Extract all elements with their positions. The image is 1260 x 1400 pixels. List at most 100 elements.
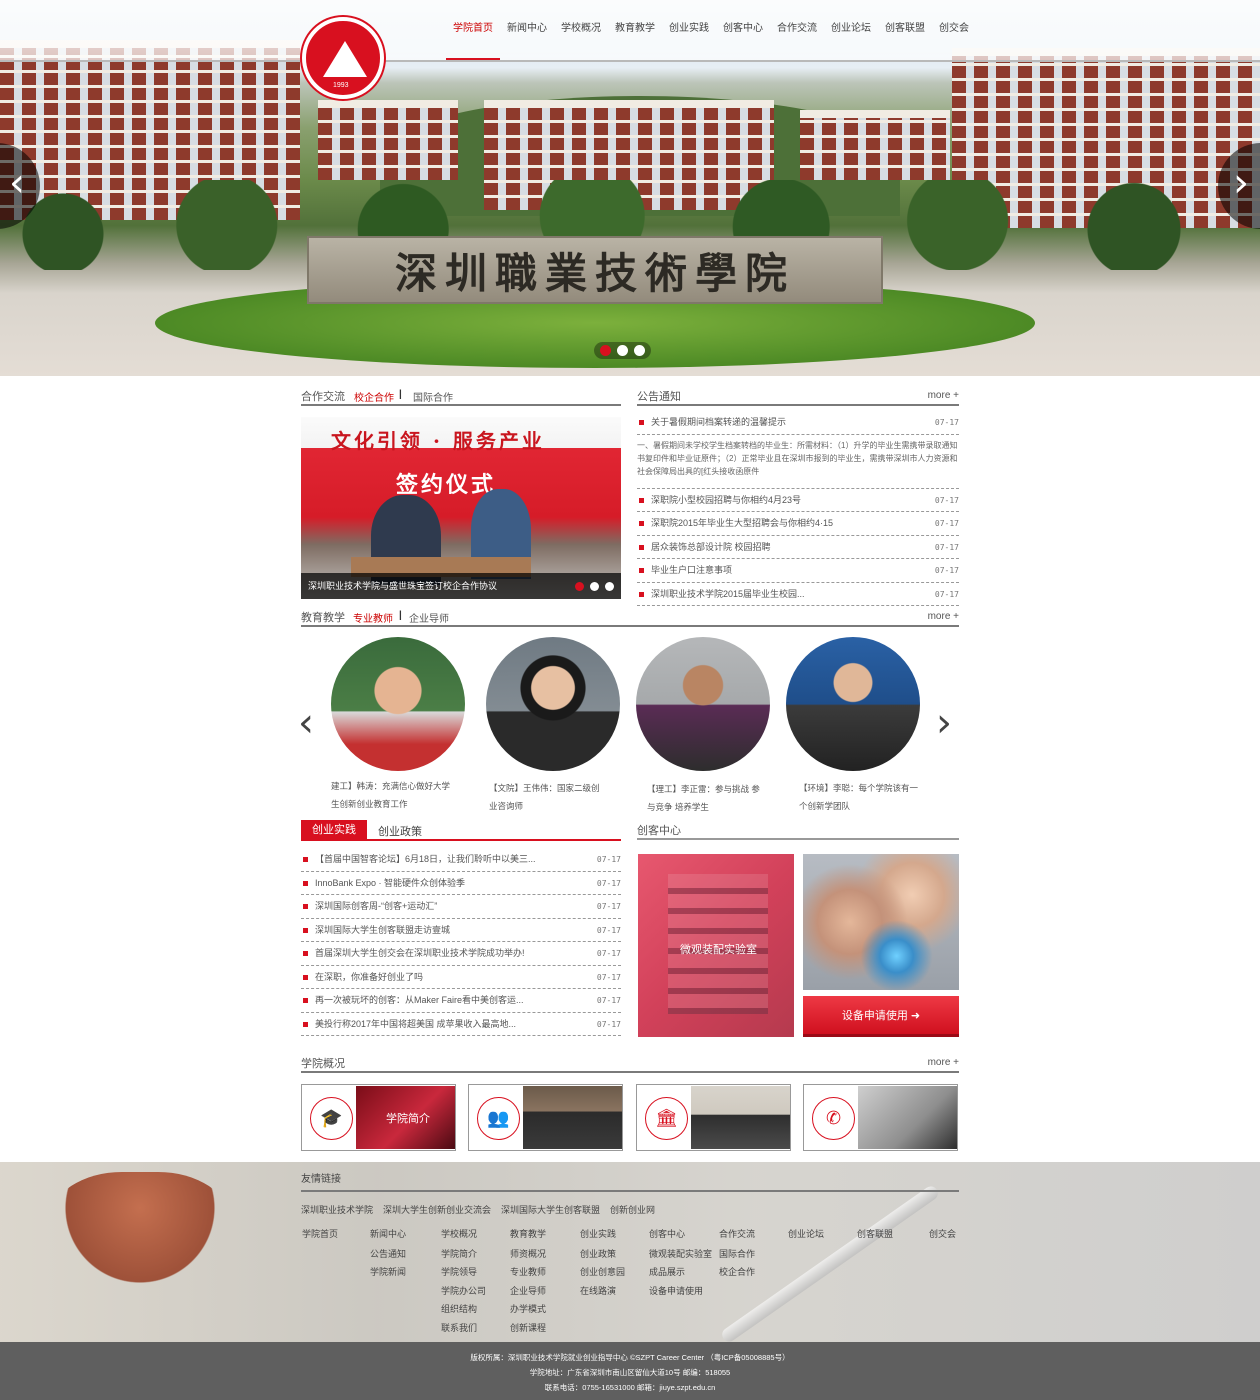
list-item[interactable]: 在深职，你准备好创业了吗 07-17	[301, 966, 621, 989]
footer-column-head[interactable]: 创交会	[929, 1225, 956, 1244]
banner-dot[interactable]	[617, 345, 628, 356]
list-item[interactable]: 【首届中国智客论坛】6月18日，让我们聆听中以美三... 07-17	[301, 848, 621, 872]
footer-column: 学院首页	[302, 1225, 338, 1245]
overview-card[interactable]: 👥	[468, 1084, 623, 1151]
list-item[interactable]: 深职院小型校园招聘与你相约4月23号 07-17	[637, 489, 959, 512]
coop-dot[interactable]	[590, 582, 599, 591]
footer-link[interactable]: 国际合作	[719, 1245, 755, 1264]
list-item[interactable]: InnoBank Expo · 智能硬件众创体验季 07-17	[301, 872, 621, 895]
footer-link[interactable]: 创业政策	[580, 1245, 625, 1264]
footer-column-head[interactable]: 教育教学	[510, 1225, 546, 1244]
nav-item-teaching[interactable]: 教育教学	[608, 20, 662, 60]
nav-item-practice[interactable]: 创业实践	[662, 20, 716, 60]
nav-item-news[interactable]: 新闻中心	[500, 20, 554, 60]
list-item[interactable]: 首届深圳大学生创交会在深圳职业技术学院成功举办! 07-17	[301, 942, 621, 966]
footer-column-head[interactable]: 创客联盟	[857, 1225, 893, 1244]
coop-dot[interactable]	[605, 582, 614, 591]
teacher-caption[interactable]: 建工】韩涛：充满信心做好大学 生创新创业教育工作	[331, 777, 465, 813]
friend-link[interactable]: 深圳大学生创新创业交流会	[383, 1203, 491, 1216]
footer-column-head[interactable]: 学院首页	[302, 1225, 338, 1244]
card-photo: 学院简介	[356, 1086, 455, 1149]
teacher-photo[interactable]	[486, 637, 620, 771]
teacher-caption[interactable]: 【理工】李正雷：参与挑战 参与竞争 培养学生	[647, 780, 781, 816]
teacher-photo[interactable]	[636, 637, 770, 771]
teacher-caption[interactable]: 【环境】李聪：每个学院该有一 个创新学团队	[799, 779, 933, 815]
list-item[interactable]: 关于暑假期间档案转递的温馨提示 07-17	[637, 411, 959, 435]
banner-dot[interactable]	[634, 345, 645, 356]
footer-link[interactable]: 学院简介	[441, 1245, 486, 1264]
overview-card[interactable]: 🏛	[636, 1084, 791, 1151]
footer-link[interactable]: 创新课程	[510, 1319, 546, 1338]
tab-practice[interactable]: 创业实践	[301, 820, 367, 841]
footer-column-head[interactable]: 新闻中心	[370, 1225, 406, 1244]
nav-item-alliance[interactable]: 创客联盟	[878, 20, 932, 60]
graduation-cap-icon: 🎓	[310, 1097, 353, 1140]
teacher-photo[interactable]	[786, 637, 920, 771]
school-logo[interactable]: 1993	[302, 17, 384, 99]
friend-link[interactable]: 创新创业网	[610, 1203, 655, 1216]
banner-dot[interactable]	[600, 345, 611, 356]
list-item[interactable]: 深圳国际大学生创客联盟走访壹城 07-17	[301, 919, 621, 942]
nav-item-fair[interactable]: 创交会	[932, 20, 976, 60]
footer-link[interactable]: 微观装配实验室	[649, 1245, 712, 1264]
footer-column-head[interactable]: 创客中心	[649, 1225, 712, 1244]
list-item[interactable]: 美投行称2017年中国将超美国 成苹果收入最高地... 07-17	[301, 1013, 621, 1036]
nav-item-forum[interactable]: 创业论坛	[824, 20, 878, 60]
footer-column: 创业实践 创业政策 创业创意园 在线路演	[580, 1225, 625, 1300]
footer-column-head[interactable]: 创业实践	[580, 1225, 625, 1244]
coop-slide[interactable]: 文化引领 · 服务产业 签约仪式 深圳职业技术学院与盛世珠宝签订校企合作协议	[301, 417, 621, 599]
teacher-caption[interactable]: 【文院】王伟伟：国家二级创 业咨询师	[489, 779, 623, 815]
footer-column-head[interactable]: 创业论坛	[788, 1225, 824, 1244]
tab-mentors[interactable]: 企业导师	[409, 610, 449, 625]
nav-item-maker[interactable]: 创客中心	[716, 20, 770, 60]
friend-link[interactable]: 深圳职业技术学院	[301, 1203, 373, 1216]
list-item[interactable]: 深圳职业技术学院2015届毕业生校园... 07-17	[637, 583, 959, 606]
tab-school-enterprise[interactable]: 校企合作	[354, 389, 394, 404]
footer-link[interactable]: 设备申请使用	[649, 1282, 712, 1301]
footer-link[interactable]: 成品展示	[649, 1263, 712, 1282]
teacher-photo[interactable]	[331, 637, 465, 771]
list-item[interactable]: 毕业生户口注意事项 07-17	[637, 559, 959, 583]
footer-link[interactable]: 办学模式	[510, 1300, 546, 1319]
overview-card[interactable]: 🎓 学院简介	[301, 1084, 456, 1151]
list-item[interactable]: 深职院2015年毕业生大型招聘会与你相约4·15 07-17	[637, 512, 959, 536]
footer-link[interactable]: 学院新闻	[370, 1263, 406, 1282]
footer-link[interactable]: 学院办公司	[441, 1282, 486, 1301]
nav-item-overview[interactable]: 学校概况	[554, 20, 608, 60]
overview-card[interactable]: ✆	[803, 1084, 958, 1151]
notice-more-link[interactable]: more +	[928, 390, 959, 401]
coop-dots	[569, 579, 620, 594]
footer-link[interactable]: 公告通知	[370, 1245, 406, 1264]
footer-link[interactable]: 企业导师	[510, 1282, 546, 1301]
footer-link[interactable]: 专业教师	[510, 1263, 546, 1282]
coop-dot[interactable]	[575, 582, 584, 591]
list-item[interactable]: 再一次被玩坏的创客：从Maker Faire看中美创客运... 07-17	[301, 989, 621, 1013]
contact-text: 联系电话：0755-16531000 邮箱：jiuye.szpt.edu.cn	[544, 1383, 716, 1392]
nav-item-cooperation[interactable]: 合作交流	[770, 20, 824, 60]
footer-link[interactable]: 校企合作	[719, 1263, 755, 1282]
lab-caption: 微观装配实验室	[680, 944, 757, 956]
tab-international[interactable]: 国际合作	[413, 389, 453, 404]
apply-equipment-button[interactable]: 设备申请使用 ➜	[803, 996, 959, 1037]
maker-image[interactable]	[803, 854, 959, 990]
footer-link[interactable]: 在线路演	[580, 1282, 625, 1301]
teachers-next-button[interactable]: ›	[936, 703, 952, 743]
footer-column-head[interactable]: 合作交流	[719, 1225, 755, 1244]
footer-link[interactable]: 组织结构	[441, 1300, 486, 1319]
list-item[interactable]: 深圳国际创客周-“创客+运动汇” 07-17	[301, 895, 621, 919]
footer-link[interactable]: 师资概况	[510, 1245, 546, 1264]
footer-link[interactable]: 创业创意园	[580, 1263, 625, 1282]
friend-link[interactable]: 深圳国际大学生创客联盟	[501, 1203, 600, 1216]
teaching-more-link[interactable]: more +	[928, 611, 959, 622]
tab-teachers[interactable]: 专业教师	[353, 610, 393, 625]
lab-tile[interactable]: 微观装配实验室	[638, 854, 794, 1037]
list-item[interactable]: 居众装饰总部设计院 校园招聘 07-17	[637, 536, 959, 559]
overview-more-link[interactable]: more +	[928, 1057, 959, 1068]
tab-policy[interactable]: 创业政策	[378, 823, 422, 839]
footer-column-head[interactable]: 学校概况	[441, 1225, 486, 1244]
teachers-prev-button[interactable]: ‹	[298, 703, 314, 743]
stone-sign: 深圳職業技術學院	[307, 236, 883, 304]
nav-item-home[interactable]: 学院首页	[446, 20, 500, 60]
footer-link[interactable]: 学院领导	[441, 1263, 486, 1282]
footer-link[interactable]: 联系我们	[441, 1319, 486, 1338]
